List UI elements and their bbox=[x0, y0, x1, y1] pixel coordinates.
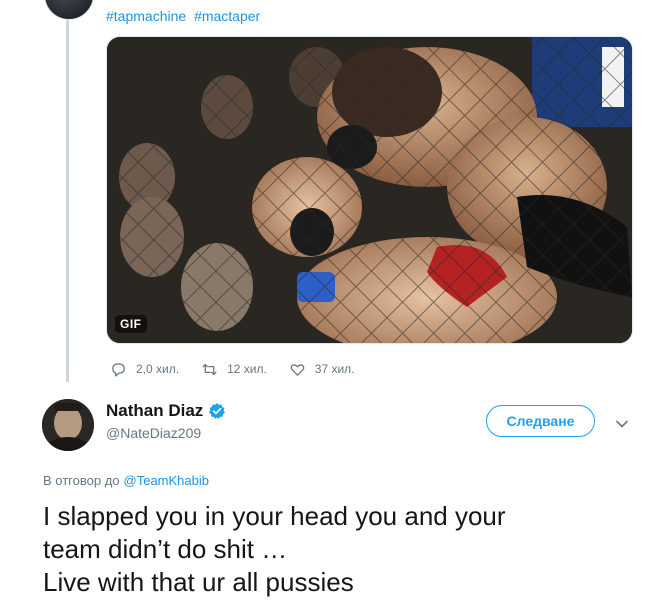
author-handle[interactable]: @NateDiaz209 bbox=[106, 425, 226, 441]
like-action[interactable]: 37 хил. bbox=[289, 361, 355, 378]
reply-action[interactable]: 2,0 хил. bbox=[110, 361, 179, 378]
reply-count: 2,0 хил. bbox=[136, 362, 180, 376]
retweet-count: 12 хил. bbox=[227, 362, 267, 376]
parent-tweet-actions: 2,0 хил. 12 хил. 37 хил. bbox=[110, 359, 377, 379]
tweet-text: I slapped you in your head you and your … bbox=[43, 501, 506, 597]
caret-down-icon[interactable] bbox=[615, 417, 629, 431]
parent-tweet-hashtags: #tapmachine #mactaper bbox=[106, 8, 264, 24]
verified-badge-icon bbox=[209, 403, 226, 419]
gif-badge: GIF bbox=[115, 315, 147, 333]
follow-button[interactable]: Следване bbox=[486, 405, 595, 437]
retweet-action[interactable]: 12 хил. bbox=[201, 361, 267, 378]
gif-media[interactable]: GIF bbox=[106, 36, 633, 344]
parent-tweet-avatar[interactable] bbox=[44, 0, 94, 20]
author-name[interactable]: Nathan Diaz bbox=[106, 401, 203, 421]
reply-icon bbox=[112, 362, 125, 377]
thread-connector-line bbox=[66, 0, 69, 382]
retweet-icon bbox=[202, 363, 217, 375]
reply-prefix: В отговор до bbox=[43, 473, 120, 488]
hashtag-link[interactable]: #mactaper bbox=[194, 8, 260, 24]
hashtag-link[interactable]: #tapmachine bbox=[106, 8, 186, 24]
gif-frame-illustration bbox=[107, 37, 632, 343]
like-icon bbox=[290, 363, 305, 376]
reply-to-handle-link[interactable]: @TeamKhabib bbox=[124, 473, 209, 488]
like-count: 37 хил. bbox=[314, 362, 355, 376]
author-avatar[interactable] bbox=[42, 399, 94, 451]
author-block: Nathan Diaz @NateDiaz209 bbox=[106, 401, 226, 441]
author-avatar-image bbox=[42, 399, 94, 451]
reply-context: В отговор до @TeamKhabib bbox=[43, 473, 209, 488]
